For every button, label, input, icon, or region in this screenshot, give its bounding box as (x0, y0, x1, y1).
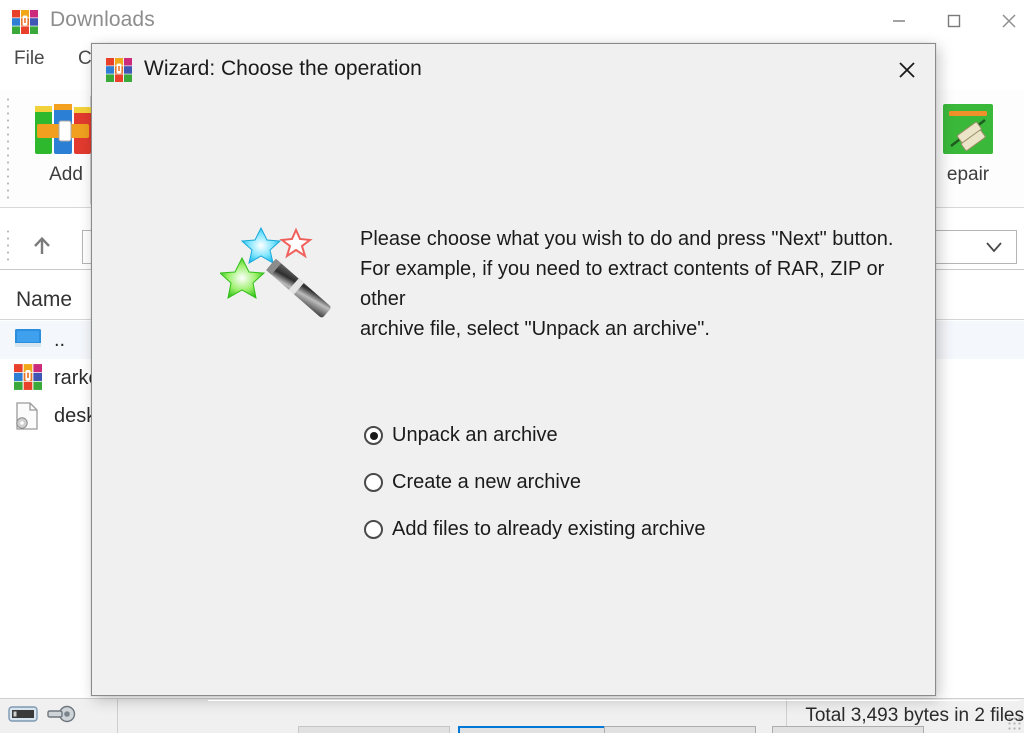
dialog-body: Please choose what you wish to do and pr… (92, 96, 1020, 733)
main-titlebar: Downloads (0, 0, 1024, 42)
radio-button-icon[interactable] (364, 520, 383, 539)
dialog-titlebar[interactable]: Wizard: Choose the operation (92, 44, 935, 96)
rar-archive-icon (14, 364, 42, 392)
repair-archive-icon (943, 104, 993, 154)
radio-option-unpack-archive[interactable]: Unpack an archive (364, 412, 706, 459)
chevron-down-icon[interactable] (984, 240, 1004, 259)
parent-folder-icon (14, 326, 42, 354)
radio-button-icon[interactable] (364, 473, 383, 492)
minimize-button[interactable] (876, 0, 922, 42)
toolbar-label-add: Add (49, 164, 83, 185)
maximize-button[interactable] (931, 0, 977, 42)
help-button[interactable]: Help (772, 726, 924, 733)
description-line-3: archive file, select "Unpack an archive"… (360, 318, 710, 340)
winrar-books-icon (12, 10, 38, 34)
dialog-button-bar: < Back Next > Cancel Help (92, 726, 935, 733)
file-name: .. (54, 328, 66, 351)
key-icon[interactable] (46, 703, 76, 730)
toolbar-label-repair: epair (946, 164, 990, 185)
radio-option-create-archive[interactable]: Create a new archive (364, 459, 706, 506)
description-line-1: Please choose what you wish to do and pr… (360, 228, 894, 250)
magic-wand-icon (218, 214, 340, 324)
file-name: desk (54, 404, 97, 427)
next-button[interactable]: Next > (458, 726, 610, 733)
radio-button-selected-icon[interactable] (364, 426, 383, 445)
menu-item-commands[interactable]: C (78, 48, 92, 70)
radio-label: Create a new archive (392, 471, 581, 493)
ini-file-icon (14, 402, 42, 430)
wizard-dialog: Wizard: Choose the operation Please choo… (91, 43, 1020, 733)
back-button[interactable]: < Back (298, 726, 450, 733)
column-header-name[interactable]: Name (16, 288, 72, 312)
winrar-books-icon (106, 58, 132, 82)
dialog-close-button[interactable] (879, 44, 935, 96)
cancel-button[interactable]: Cancel (604, 726, 756, 733)
close-button[interactable] (986, 0, 1024, 42)
description-line-2: For example, if you need to extract cont… (360, 258, 885, 310)
window-title: Downloads (50, 8, 155, 31)
dialog-description: Please choose what you wish to do and pr… (360, 224, 920, 344)
address-bar-grip[interactable] (6, 228, 10, 264)
resize-grip[interactable] (1007, 716, 1021, 730)
radio-label: Unpack an archive (392, 424, 558, 446)
radio-label: Add files to already existing archive (392, 518, 706, 540)
status-total-label: Total 3,493 bytes in 2 files (805, 705, 1024, 726)
dialog-divider (208, 700, 1020, 701)
arrow-up-icon[interactable] (24, 228, 60, 264)
add-archive-icon (35, 104, 91, 154)
screen: Downloads File C Add epair Name .. rarke… (0, 0, 1024, 733)
dialog-title: Wizard: Choose the operation (144, 57, 422, 80)
operation-radio-group: Unpack an archive Create a new archive A… (364, 412, 706, 553)
toolbar-grip[interactable] (6, 96, 10, 200)
radio-option-add-files[interactable]: Add files to already existing archive (364, 506, 706, 553)
disk-icon[interactable] (8, 703, 38, 730)
menu-item-file[interactable]: File (14, 48, 45, 70)
